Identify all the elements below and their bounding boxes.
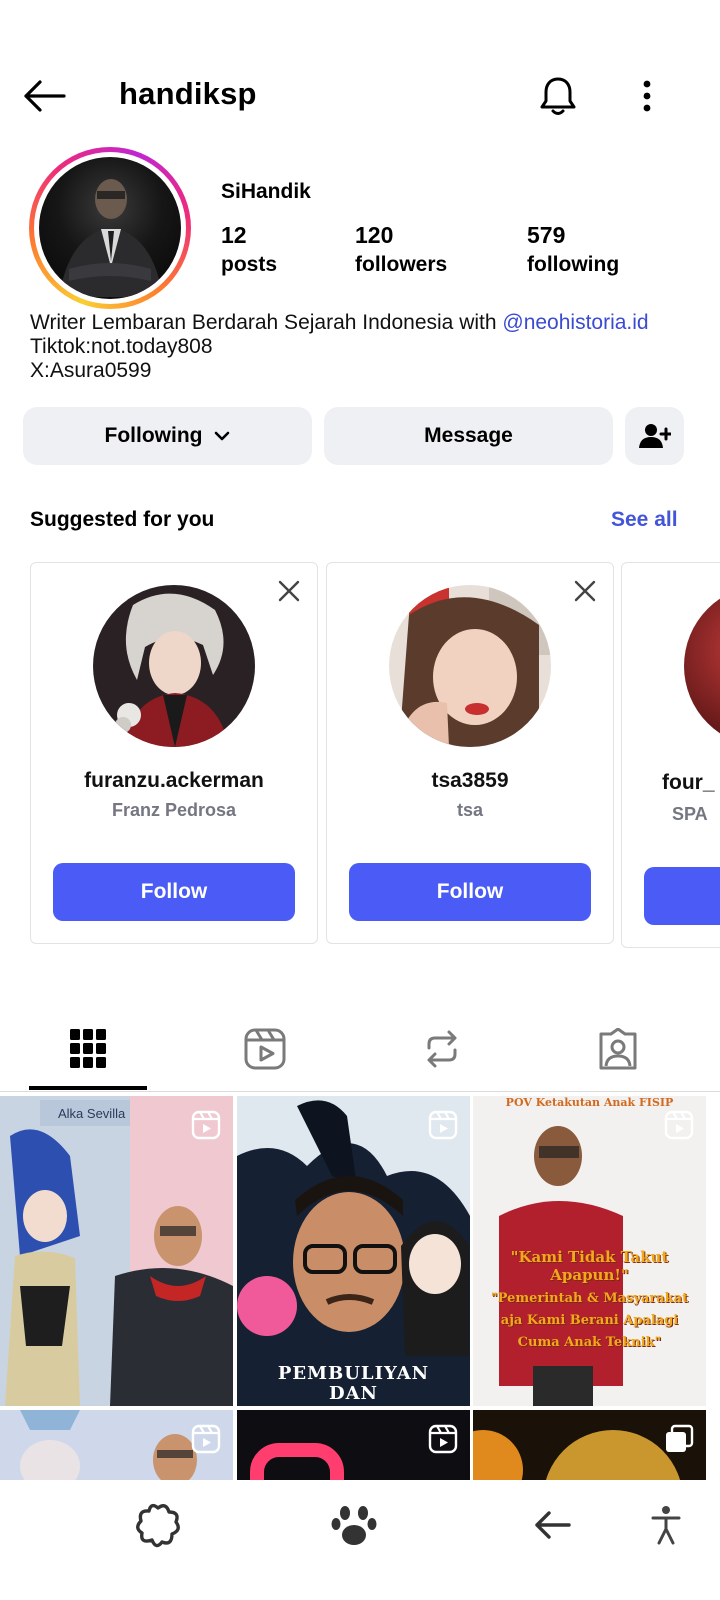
suggestion-username[interactable]: furanzu.ackerman bbox=[31, 769, 317, 793]
profile-bio: Writer Lembaran Berdarah Sejarah Indones… bbox=[30, 311, 649, 383]
posts-label: posts bbox=[221, 252, 278, 276]
suggestion-fullname: Franz Pedrosa bbox=[111, 800, 237, 820]
suggestion-fullname: tsa bbox=[456, 800, 483, 820]
close-icon bbox=[574, 580, 596, 602]
profile-avatar[interactable] bbox=[29, 147, 191, 309]
message-button[interactable]: Message bbox=[324, 407, 613, 465]
bio-x: X:Asura0599 bbox=[30, 359, 152, 382]
reel-badge-icon bbox=[428, 1110, 458, 1140]
nav-back-button[interactable] bbox=[522, 1497, 582, 1553]
follow-button[interactable] bbox=[644, 867, 720, 925]
following-button[interactable]: Following bbox=[23, 407, 312, 465]
back-button[interactable] bbox=[18, 72, 70, 120]
bio-mention-link[interactable]: @neohistoria.id bbox=[502, 311, 648, 334]
post-tile[interactable] bbox=[0, 1410, 233, 1482]
tab-divider bbox=[0, 1091, 720, 1092]
tab-tagged[interactable] bbox=[559, 1018, 677, 1080]
suggestion-avatar[interactable] bbox=[93, 585, 255, 747]
following-value: 579 bbox=[527, 222, 566, 248]
following-label: following bbox=[527, 252, 620, 276]
chevron-down-icon bbox=[215, 431, 230, 441]
reel-badge-icon bbox=[191, 1110, 221, 1140]
following-count[interactable]: 579 following bbox=[527, 222, 619, 277]
bio-tiktok: Tiktok:not.today808 bbox=[30, 335, 213, 358]
tile-quote-2: "Pemerintah & Masyarakat aja Kami Berani… bbox=[490, 1291, 689, 1350]
carousel-badge-icon bbox=[666, 1424, 694, 1452]
posts-value: 12 bbox=[221, 222, 247, 248]
suggestion-card[interactable]: tsa3859 tsa Follow bbox=[326, 562, 614, 944]
display-name: SiHandik bbox=[221, 180, 311, 203]
tab-reposts[interactable] bbox=[383, 1018, 501, 1080]
suggestion-username[interactable]: four_ bbox=[662, 771, 715, 795]
tab-reels[interactable] bbox=[206, 1018, 324, 1080]
tile-caption: PEMBULIYAN DAN bbox=[277, 1363, 430, 1404]
add-user-icon bbox=[638, 424, 671, 448]
repost-icon bbox=[427, 1030, 457, 1068]
tagged-icon bbox=[599, 1028, 637, 1070]
bell-icon bbox=[540, 77, 576, 115]
dismiss-suggestion-button[interactable] bbox=[275, 577, 303, 605]
reel-badge-icon bbox=[428, 1424, 458, 1454]
tab-posts-grid[interactable] bbox=[29, 1018, 147, 1080]
grid-icon bbox=[70, 1029, 106, 1068]
following-button-label: Following bbox=[104, 424, 203, 447]
posts-count[interactable]: 12 posts bbox=[221, 222, 277, 277]
reel-badge-icon bbox=[191, 1424, 221, 1454]
more-vertical-icon bbox=[643, 80, 651, 112]
profile-username: handiksp bbox=[119, 76, 257, 111]
back-arrow-icon bbox=[535, 1511, 571, 1539]
tile-sign-text: Alka Sevilla bbox=[58, 1106, 126, 1121]
accessibility-icon bbox=[651, 1506, 681, 1545]
post-tile[interactable]: PEMBULIYAN DAN bbox=[237, 1096, 470, 1406]
flower-icon bbox=[136, 1503, 180, 1548]
more-options-button[interactable] bbox=[626, 70, 668, 122]
followers-value: 120 bbox=[355, 222, 394, 248]
reels-icon bbox=[244, 1028, 286, 1070]
post-tile[interactable]: Alka Sevilla bbox=[0, 1096, 233, 1406]
post-tile[interactable] bbox=[237, 1410, 470, 1482]
active-tab-indicator bbox=[29, 1086, 147, 1090]
notifications-button[interactable] bbox=[530, 70, 586, 122]
paw-icon bbox=[331, 1506, 377, 1545]
suggestion-card[interactable]: four_ SPA bbox=[621, 562, 720, 948]
arrow-left-icon bbox=[24, 80, 66, 112]
follow-button[interactable]: Follow bbox=[53, 863, 295, 921]
dismiss-suggestion-button[interactable] bbox=[571, 577, 599, 605]
nav-paw-button[interactable] bbox=[324, 1497, 384, 1553]
suggestion-avatar[interactable] bbox=[389, 585, 551, 747]
suggestion-avatar[interactable] bbox=[684, 585, 720, 747]
tile-quote-1: "Kami Tidak Takut Apapun!" bbox=[510, 1248, 669, 1284]
bio-text: Writer Lembaran Berdarah Sejarah Indones… bbox=[30, 311, 503, 334]
suggestion-username[interactable]: tsa3859 bbox=[327, 769, 613, 793]
nav-accessibility-button[interactable] bbox=[636, 1497, 696, 1553]
reel-badge-icon bbox=[664, 1110, 694, 1140]
suggestion-fullname: SPA bbox=[672, 804, 708, 824]
suggest-users-button[interactable] bbox=[625, 407, 684, 465]
followers-label: followers bbox=[355, 252, 448, 276]
suggestion-card[interactable]: furanzu.ackerman Franz Pedrosa Follow bbox=[30, 562, 318, 944]
followers-count[interactable]: 120 followers bbox=[355, 222, 447, 277]
tile-header-text: POV Ketakutan Anak FISIP bbox=[505, 1096, 674, 1109]
suggested-title: Suggested for you bbox=[30, 508, 215, 531]
post-tile[interactable]: POV Ketakutan Anak FISIP "Kami Tidak Tak… bbox=[473, 1096, 706, 1406]
follow-button[interactable]: Follow bbox=[349, 863, 591, 921]
post-tile[interactable] bbox=[473, 1410, 706, 1482]
see-all-link[interactable]: See all bbox=[611, 508, 678, 532]
avatar-photo bbox=[39, 157, 181, 299]
nav-flower-button[interactable] bbox=[128, 1497, 188, 1553]
message-button-label: Message bbox=[424, 424, 513, 447]
close-icon bbox=[278, 580, 300, 602]
